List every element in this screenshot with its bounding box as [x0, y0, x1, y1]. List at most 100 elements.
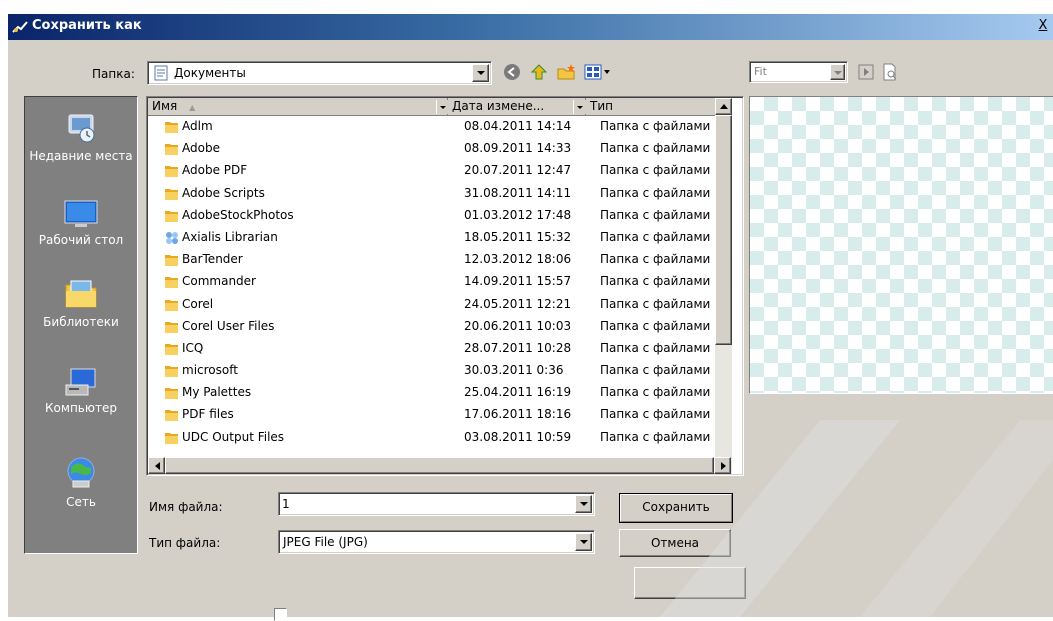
preview-page-icon[interactable]: [882, 63, 898, 81]
vertical-scrollbar[interactable]: [715, 98, 732, 457]
row-name: Adobe: [182, 141, 220, 156]
window-title: Сохранить как: [32, 18, 142, 33]
row-date: 03.08.2011 10:59: [464, 429, 572, 444]
cancel-button-label: Отмена: [650, 536, 700, 550]
file-type-select[interactable]: JPEG File (JPG): [278, 530, 595, 554]
table-row[interactable]: Adlm 08.04.2011 14:14 Папка с файлами: [148, 116, 715, 138]
row-name: My Palettes: [182, 385, 252, 400]
row-type: Папка с файлами: [600, 274, 711, 289]
row-date: 08.04.2011 14:14: [464, 119, 572, 133]
table-row[interactable]: UDC Output Files 03.08.2011 10:59 Папка с …: [148, 427, 715, 449]
place-desktop-label: Рабочий стол: [38, 233, 124, 247]
table-row[interactable]: BarTender 12.03.2012 18:06 Папка с файлами: [148, 249, 715, 271]
chevron-down-icon: [580, 502, 588, 506]
row-date: 17.06.2011 18:16: [464, 407, 572, 422]
close-button[interactable]: X: [1035, 18, 1051, 34]
place-libraries[interactable]: Библиотеки: [25, 277, 137, 330]
row-date: 18.05.2011 15:32: [464, 229, 572, 244]
table-row[interactable]: Axialis Librarian 18.05.2011 15:32 Папка с…: [148, 227, 715, 249]
row-type: Папка с файлами: [600, 252, 711, 267]
file-list[interactable]: Имя ▲ Дата измене... Тип Adlm 08.04.2011 …: [146, 96, 744, 476]
vertical-scroll-thumb[interactable]: [715, 115, 732, 345]
table-row[interactable]: Commander 14.09.2011 15:57 Папка с файлами: [148, 271, 715, 293]
file-type-label: Тип файла:: [149, 536, 221, 550]
row-date: 20.06.2011 10:03: [464, 318, 572, 333]
table-row[interactable]: Adobe Scripts 31.08.2011 14:11 Папка с фай…: [148, 183, 715, 205]
arrow-up-icon: [720, 104, 728, 109]
list-header: Имя ▲ Дата измене... Тип: [148, 98, 715, 116]
desktop-icon: [64, 200, 98, 227]
table-row[interactable]: Corel User Files 20.06.2011 10:03 Папка с …: [148, 316, 715, 338]
row-type: Папка с файлами: [600, 385, 711, 400]
table-row[interactable]: Corel 24.05.2011 12:21 Папка с файлами: [148, 294, 715, 316]
folder-icon: [165, 432, 178, 444]
file-name-input[interactable]: [282, 496, 572, 512]
column-header-name[interactable]: Имя ▲: [148, 98, 448, 116]
row-type: Папка с файлами: [600, 229, 711, 244]
table-row[interactable]: PDF files 17.06.2011 18:16 Папка с файлами: [148, 404, 715, 426]
recent-places-icon: [68, 114, 95, 143]
row-name: Adobe Scripts: [182, 185, 265, 200]
view-menu-icon: [584, 64, 610, 80]
row-name: microsoft: [182, 363, 238, 378]
row-type: Папка с файлами: [600, 429, 711, 444]
horizontal-scrollbar[interactable]: [148, 457, 732, 474]
table-row[interactable]: My Palettes 25.04.2011 16:19 Папка с файла…: [148, 382, 715, 404]
folder-icon: [165, 321, 178, 333]
back-button[interactable]: [503, 63, 523, 83]
options-button[interactable]: [634, 567, 746, 599]
cancel-button[interactable]: Отмена: [619, 529, 731, 557]
image-preview: [749, 96, 1053, 394]
column-header-type[interactable]: Тип: [586, 98, 715, 116]
table-row[interactable]: Adobe PDF 20.07.2011 12:47 Папка с файлами: [148, 160, 715, 182]
row-date: 20.07.2011 12:47: [464, 163, 572, 178]
preview-zoom-select[interactable]: Fit: [749, 61, 848, 83]
file-name-dropdown-button[interactable]: [575, 495, 592, 513]
view-menu-button[interactable]: [584, 63, 612, 83]
table-row[interactable]: microsoft 30.03.2011 0:36 Папка с файлами: [148, 360, 715, 382]
row-name: Adlm: [182, 119, 213, 133]
place-desktop[interactable]: Рабочий стол: [25, 199, 137, 248]
chevron-down-icon: [577, 106, 583, 109]
save-dialog-icon: [12, 21, 28, 33]
place-computer[interactable]: Компьютер: [25, 367, 137, 416]
file-type-dropdown-button[interactable]: [575, 533, 592, 551]
look-in-dropdown[interactable]: Документы: [147, 61, 492, 85]
scroll-right-button[interactable]: [714, 457, 731, 474]
save-button[interactable]: Сохранить: [619, 493, 733, 523]
chevron-down-icon: [834, 71, 842, 75]
up-folder-button[interactable]: [530, 63, 550, 83]
preview-zoom-dropdown-button[interactable]: [830, 64, 845, 80]
column-date-label: Дата измене...: [452, 99, 545, 113]
scroll-left-button[interactable]: [148, 457, 165, 474]
column-header-date[interactable]: Дата измене...: [448, 98, 586, 116]
arrow-right-icon: [721, 462, 726, 470]
table-row[interactable]: Adobe 08.09.2011 14:33 Папка с файлами: [148, 138, 715, 160]
folder-icon: [165, 210, 178, 222]
file-name-combo[interactable]: [278, 492, 595, 516]
row-date: 01.03.2012 17:48: [464, 207, 572, 222]
row-date: 28.07.2011 10:28: [464, 340, 572, 355]
place-network-label: Сеть: [66, 495, 96, 509]
table-row[interactable]: ICQ 28.07.2011 10:28 Папка с файлами: [148, 338, 715, 360]
row-name: PDF files: [182, 407, 234, 422]
file-name-label: Имя файла:: [149, 500, 223, 514]
preview-zoom-value: Fit: [754, 65, 767, 78]
play-preview-icon[interactable]: [858, 64, 874, 80]
column-date-filter-button[interactable]: [573, 100, 586, 114]
up-folder-icon: [530, 64, 548, 80]
new-folder-button[interactable]: [557, 63, 577, 83]
scroll-up-button[interactable]: [715, 98, 732, 115]
sort-ascending-icon: ▲: [189, 103, 196, 112]
title-bar[interactable]: Сохранить как X: [8, 14, 1053, 40]
look-in-dropdown-button[interactable]: [472, 64, 489, 82]
navigation-toolbar: [503, 61, 643, 85]
place-recent[interactable]: Недавние места: [25, 111, 137, 164]
places-bar: Недавние места Рабочий стол Библиотеки К…: [24, 96, 138, 554]
horizontal-scroll-thumb[interactable]: [165, 457, 714, 474]
table-row[interactable]: AdobeStockPhotos 01.03.2012 17:48 Папка с …: [148, 205, 715, 227]
place-network[interactable]: Сеть: [25, 455, 137, 510]
read-only-checkbox[interactable]: [274, 608, 287, 621]
documents-folder-icon: [154, 65, 168, 81]
folder-icon: [165, 299, 178, 311]
